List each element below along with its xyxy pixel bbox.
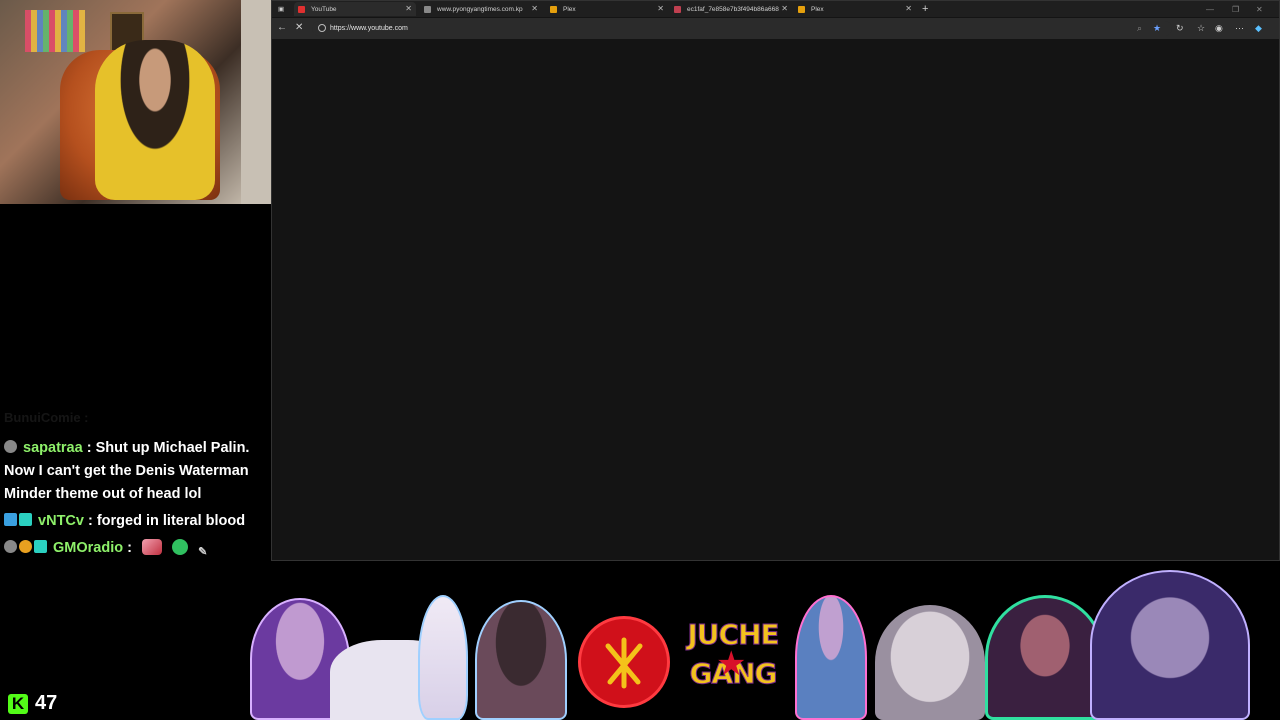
chat-text: : [127,540,132,556]
favorite-star-icon[interactable]: ★ [1153,23,1161,34]
window-close-icon[interactable]: ✕ [1252,2,1263,16]
webcam-wall [241,0,271,204]
juche-gang-banner: JUCHE ★ GANG [683,618,783,691]
tab-bar: ▣ YouTube ✕ www.pyongyangtimes.com.kp ✕ … [272,1,1279,17]
close-icon[interactable]: ✕ [531,4,538,13]
tab-title: ec1faf_7e858e7b3f494b86a6686c [687,5,779,13]
viewer-counter: K 47 [8,692,57,715]
new-tab-icon[interactable]: + [918,2,928,16]
stream-overlay: JUCHE ★ GANG K 47 [0,560,1280,720]
tab-youtube[interactable]: YouTube ✕ [294,2,416,16]
cat-cutout [875,605,985,720]
user-badge-icon [4,440,17,453]
tab-file[interactable]: ec1faf_7e858e7b3f494b86a6686c ✕ [670,2,792,16]
copilot-icon[interactable]: ◆ [1255,23,1262,34]
subscriber-badge-icon [34,540,47,553]
close-icon[interactable]: ✕ [905,4,912,13]
tab-pyongyangtimes[interactable]: www.pyongyangtimes.com.kp ✕ [420,2,542,16]
party-emblem-icon [578,616,670,708]
profile-icon[interactable]: ◉ [1215,23,1223,34]
tab-title: Plex [811,5,824,13]
tab-title: Plex [563,5,576,13]
chat-username: sapatraa [23,440,83,456]
chat-message: vNTCv : forged in literal blood [4,510,266,533]
portrait-cutout [1090,570,1250,720]
stop-loading-icon[interactable]: ✕ [295,22,303,33]
tab-title: YouTube [311,5,337,13]
user-badge-icon [4,540,17,553]
chat-emote-icon [172,539,189,555]
webcam-feed [0,0,271,204]
portrait-cutout [475,600,567,720]
chat-message: sapatraa : Shut up Michael Palin. Now I … [4,437,266,506]
gift-badge-icon [19,540,32,553]
portrait-cutout [795,595,867,720]
chat-text: : forged in literal blood [88,513,246,529]
portrait-cutout [985,595,1105,720]
tab-plex-2[interactable]: Plex ✕ [794,2,916,16]
chat-overlay: BunuiComie : sapatraa : Shut up Michael … [4,410,266,564]
browser-window: ▣ YouTube ✕ www.pyongyangtimes.com.kp ✕ … [271,0,1280,561]
kick-logo-icon: K [8,693,28,714]
chat-message: GMOradio : ✎ [4,537,266,560]
back-icon[interactable]: ← [277,22,287,33]
chat-emote-icon [142,539,163,555]
tab-actions-icon[interactable]: ▣ [274,2,288,16]
chat-username: GMOradio [53,540,124,556]
close-icon[interactable]: ✕ [405,4,412,13]
chat-faded-message: BunuiComie : [4,410,89,425]
close-icon[interactable]: ✕ [657,4,664,13]
webcam-streamer [95,40,215,200]
address-url: https://www.youtube.com [330,25,408,32]
subscriber-badge-icon [19,513,32,526]
maximize-icon[interactable]: ❐ [1228,2,1239,16]
tab-title: www.pyongyangtimes.com.kp [437,5,523,13]
minimize-icon[interactable]: — [1202,2,1214,16]
red-star-icon: ★ [716,644,747,684]
menu-more-icon[interactable]: ⋯ [1235,23,1244,34]
chat-username: vNTCv [38,513,84,529]
favorites-icon[interactable]: ☆ [1197,23,1205,34]
plex-favicon-icon [798,5,805,13]
file-favicon-icon [674,5,681,13]
feather-emote-icon: ✎ [198,546,208,558]
plex-favicon-icon [550,5,557,13]
page-content[interactable] [272,39,1279,560]
site-favicon-icon [424,5,431,13]
toolbar: ← ✕ https://www.youtube.com ⌕ ★ ↻ ☆ ◉ ⋯ … [272,18,1279,39]
tab-plex[interactable]: Plex ✕ [546,2,668,16]
refresh-icon[interactable]: ↻ [1176,23,1184,34]
goose-neck [418,595,468,720]
youtube-favicon-icon [298,5,305,13]
moderator-badge-icon [4,513,17,526]
hammer-sickle-brush-icon [605,637,643,689]
zoom-icon[interactable]: ⌕ [1137,23,1142,34]
close-icon[interactable]: ✕ [781,4,788,13]
viewer-count: 47 [35,692,58,714]
webcam-poster [25,10,85,52]
address-bar[interactable]: https://www.youtube.com [312,21,1172,36]
site-info-icon[interactable] [318,24,326,32]
